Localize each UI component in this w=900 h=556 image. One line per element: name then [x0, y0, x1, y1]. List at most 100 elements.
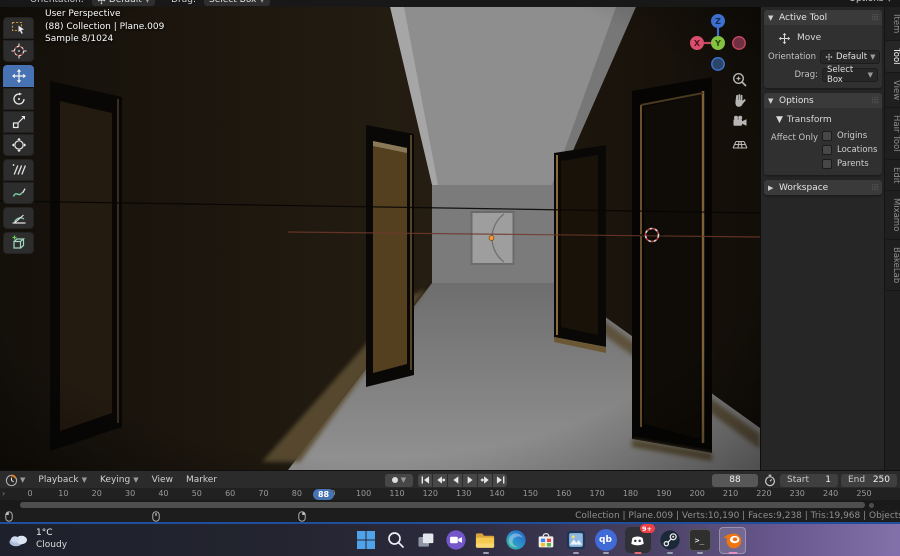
checkbox-origins[interactable] [822, 131, 832, 141]
orthographic-grid-icon[interactable] [731, 134, 749, 152]
search-icon [387, 532, 404, 548]
blender-topbar: Orientation: Default ▼ Drag: Select Box … [0, 0, 900, 7]
topbar-drag-label: Drag: [171, 0, 197, 5]
scene-statistics: Collection | Plane.009 | Verts:10,190 | … [575, 511, 900, 521]
taskbar-steam[interactable] [658, 525, 681, 555]
taskbar-task-view-button[interactable] [414, 525, 437, 555]
play-button[interactable] [463, 473, 477, 487]
timeline-scrollbar-knob[interactable] [869, 502, 874, 508]
topbar-options-dropdown[interactable]: Options ▼ [849, 0, 892, 4]
select-box-tool-button[interactable] [3, 17, 34, 39]
affect-only-option-parents[interactable]: Parents [822, 159, 877, 169]
weather-condition: Cloudy [36, 540, 68, 550]
timeline-ruler[interactable]: › 01020304050607080901001101201301401501… [0, 488, 900, 500]
affect-only-option-origins[interactable]: Origins [822, 131, 877, 141]
sidebar-tab-view[interactable]: View [885, 73, 900, 109]
jump-to-end-button[interactable] [493, 473, 507, 487]
pan-hand-icon[interactable] [731, 92, 749, 110]
playhead-badge[interactable]: 88 [313, 488, 335, 500]
sidebar-tab-mixamo[interactable]: Mixamo [885, 191, 900, 240]
timeline-header: ▼ Playback ▼ Keying ▼ View Marker ▼ 88 S… [0, 470, 900, 488]
topbar-orientation-dropdown[interactable]: Default ▼ [91, 0, 156, 6]
stopwatch-icon[interactable] [764, 474, 776, 487]
ruler-tick-220: 220 [756, 489, 772, 498]
transform-subpanel-header[interactable]: ▼ Transform [768, 113, 878, 129]
options-panel-header[interactable]: ▼ Options ⣿⣿ [764, 93, 882, 108]
sidebar-tab-tool[interactable]: Tool [885, 41, 900, 73]
menu-view[interactable]: View [152, 475, 173, 485]
transform-tool-button[interactable] [3, 134, 34, 156]
frame-end-field[interactable]: End 250 [841, 473, 897, 487]
taskbar-edge-browser[interactable] [504, 525, 527, 555]
ruler-tick-180: 180 [622, 489, 639, 498]
move-tool-button[interactable] [3, 65, 34, 87]
panel-grip-icon[interactable]: ⣿⣿ [871, 14, 879, 21]
current-frame-field[interactable]: 88 [712, 473, 758, 487]
editor-type-button[interactable]: ▼ [5, 473, 26, 487]
taskbar-qbittorrent[interactable]: qb [594, 525, 617, 555]
edge-icon [505, 530, 526, 550]
timeline-scrollbar[interactable] [20, 502, 865, 508]
sidebar-tab-item[interactable]: Item [885, 7, 900, 42]
3d-viewport[interactable]: User Perspective (88) Collection | Plane… [0, 7, 760, 470]
timeline-clock-icon [5, 473, 18, 486]
menu-marker[interactable]: Marker [186, 475, 217, 485]
chevron-down-icon: ▼ [887, 0, 892, 3]
active-tool-panel-header[interactable]: ▼ Active Tool ⣿⣿ [764, 10, 882, 25]
menu-keying[interactable]: Keying ▼ [100, 475, 139, 485]
checkbox-locations[interactable] [822, 145, 832, 155]
status-bar: Collection | Plane.009 | Verts:10,190 | … [0, 510, 900, 522]
navigation-gizmo[interactable]: Z X Y [686, 11, 750, 77]
affect-only-option-locations[interactable]: Locations [822, 145, 877, 155]
auto-keying-record-button[interactable]: ▼ [385, 473, 413, 487]
drag-dropdown[interactable]: Select Box ▼ [822, 65, 878, 85]
taskbar-search-button[interactable] [384, 525, 407, 555]
taskbar-weather-widget[interactable]: 1°C Cloudy [8, 527, 67, 551]
topbar-drag-dropdown[interactable]: Select Box ▼ [204, 0, 270, 6]
panel-grip-icon[interactable]: ⣿⣿ [871, 97, 879, 104]
chevron-down-icon: ▼ [20, 476, 26, 484]
taskbar-photos-app[interactable] [564, 525, 587, 555]
ruler-tick-120: 120 [422, 489, 438, 498]
camera-view-icon[interactable] [731, 113, 749, 131]
chevron-down-icon: ▼ [144, 0, 151, 4]
taskbar-blender-active[interactable] [718, 525, 747, 555]
sidebar-tab-hair-tool[interactable]: Hair Tool [885, 108, 900, 160]
taskbar-start-button[interactable] [354, 525, 377, 555]
play-reverse-button[interactable] [448, 473, 462, 487]
checkbox-parents[interactable] [822, 159, 832, 169]
taskbar-video-chat-app[interactable] [444, 525, 467, 555]
measure-tool-button[interactable] [3, 207, 34, 229]
add-cube-tool-button[interactable] [3, 232, 34, 254]
zoom-icon[interactable] [731, 71, 749, 89]
rotate-tool-button[interactable] [3, 88, 34, 110]
active-tool-name-row: Move [768, 30, 878, 46]
ruler-tick-100: 100 [355, 489, 372, 498]
workspace-panel-header[interactable]: ▶ Workspace ⣿⣿ [764, 180, 882, 195]
prev-keyframe-button[interactable] [433, 473, 447, 487]
running-indicator [728, 552, 737, 554]
blender-window: Orientation: Default ▼ Drag: Select Box … [0, 0, 900, 556]
taskbar-discord[interactable]: 9+ [624, 524, 655, 555]
draw-tool-button[interactable] [3, 182, 34, 204]
next-keyframe-button[interactable] [478, 473, 492, 487]
photos-icon [566, 530, 585, 550]
timeline-expand-chevron[interactable]: › [2, 489, 5, 498]
orientation-dropdown[interactable]: Default ▼ [820, 50, 881, 64]
scale-tool-button[interactable] [3, 111, 34, 133]
chevron-down-icon: ▼ [400, 476, 407, 484]
sidebar-tab-bakelab[interactable]: BakeLab [885, 240, 900, 291]
menu-playback[interactable]: Playback ▼ [38, 475, 87, 485]
jump-to-start-button[interactable] [418, 473, 432, 487]
ruler-tick-190: 190 [656, 489, 672, 498]
frame-start-field[interactable]: Start 1 [780, 473, 838, 487]
taskbar-microsoft-store[interactable] [534, 525, 557, 555]
panel-grip-icon[interactable]: ⣿⣿ [871, 184, 879, 191]
annotate-strokes-tool-button[interactable] [3, 159, 34, 181]
cursor-tool-button[interactable] [3, 40, 34, 62]
sidebar-tab-edit[interactable]: Edit [885, 160, 900, 192]
ruler-tick-140: 140 [489, 489, 505, 498]
ruler-tick-230: 230 [789, 489, 805, 498]
taskbar-file-explorer[interactable] [474, 525, 497, 555]
taskbar-terminal[interactable]: >_ [688, 525, 711, 555]
